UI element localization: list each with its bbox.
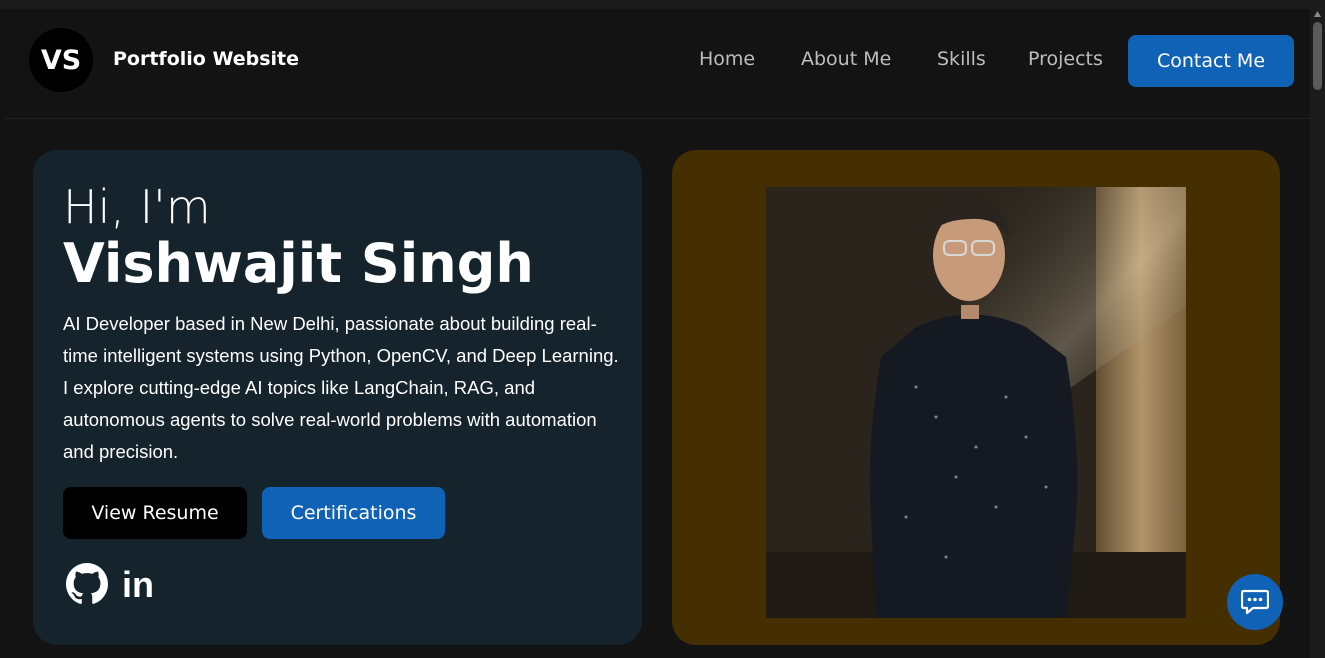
hero-card: Hi, I'm Vishwajit Singh AI Developer bas… bbox=[33, 150, 642, 645]
view-resume-button[interactable]: View Resume bbox=[63, 487, 247, 539]
scrollbar-thumb[interactable] bbox=[1313, 22, 1322, 90]
chat-button[interactable] bbox=[1227, 574, 1283, 630]
chat-bubble-icon bbox=[1241, 589, 1269, 615]
nav-about-me[interactable]: About Me bbox=[801, 48, 891, 70]
certifications-button[interactable]: Certifications bbox=[262, 487, 445, 539]
browser-top-strip bbox=[0, 0, 1325, 9]
scroll-up-icon[interactable] bbox=[1313, 10, 1322, 18]
nav-home[interactable]: Home bbox=[699, 48, 755, 70]
profile-photo bbox=[766, 187, 1186, 618]
nav-skills[interactable]: Skills bbox=[937, 48, 986, 70]
site-title: Portfolio Website bbox=[113, 48, 300, 70]
nav-projects[interactable]: Projects bbox=[1028, 48, 1103, 70]
greeting: Hi, I'm bbox=[63, 180, 211, 234]
hero-bio: AI Developer based in New Delhi, passion… bbox=[63, 313, 619, 462]
navbar: VS Portfolio Website Home About Me Skill… bbox=[3, 9, 1310, 119]
photo-card bbox=[672, 150, 1280, 645]
logo[interactable]: VS bbox=[29, 28, 93, 92]
contact-me-button[interactable]: Contact Me bbox=[1128, 35, 1294, 87]
hero-name: Vishwajit Singh bbox=[63, 232, 534, 295]
page: VS Portfolio Website Home About Me Skill… bbox=[3, 9, 1310, 658]
svg-text:in: in bbox=[122, 566, 154, 604]
scrollbar[interactable] bbox=[1310, 9, 1325, 658]
github-icon[interactable] bbox=[66, 563, 108, 605]
linkedin-icon[interactable]: in bbox=[121, 564, 159, 605]
